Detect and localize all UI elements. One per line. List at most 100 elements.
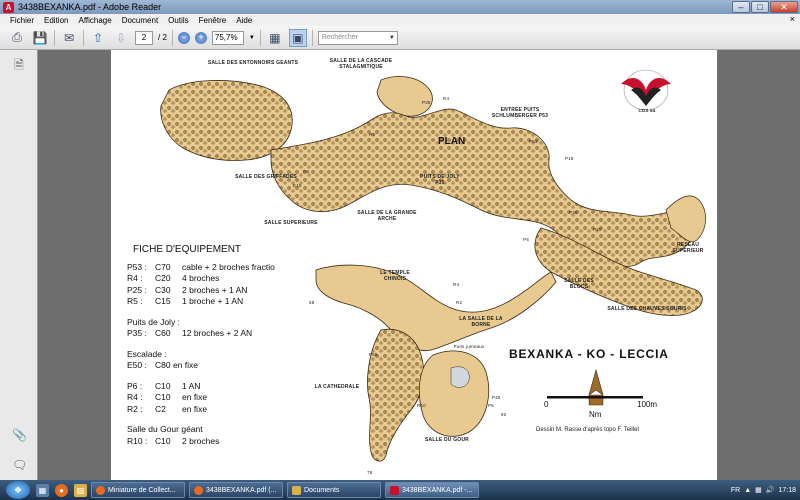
north-label: Nm (589, 410, 602, 419)
pdf-page: SALLE DES ENTONNOIRS GEANTS SALLE DE LA … (111, 50, 717, 480)
search-dropdown-icon[interactable]: ▼ (389, 32, 395, 44)
document-close-icon[interactable]: × (790, 14, 795, 24)
marker-p25: P25 (422, 100, 431, 105)
save-icon[interactable]: 💾 (31, 29, 49, 47)
menu-fichier[interactable]: Fichier (10, 16, 34, 25)
marker-r10: R10 (417, 403, 426, 408)
marker-p18: P18 (565, 156, 574, 161)
logo-text: CDS 64 (638, 108, 656, 113)
task-adobe-reader[interactable]: 3438BEXANKA.pdf -... (385, 482, 479, 498)
close-button[interactable]: ✕ (770, 1, 798, 13)
zoom-in-icon[interactable]: + (194, 31, 207, 44)
toolbar: ⎙ 💾 ✉ ⇧ ⇩ 2 / 2 − + 75,7% ▼ ▦ ▣ Recherch… (0, 26, 800, 50)
cave-upper-cascade (376, 76, 433, 117)
clock[interactable]: 17:18 (778, 487, 796, 494)
share-icon[interactable]: ✉ (60, 29, 78, 47)
toolbar-divider (83, 29, 84, 46)
system-tray: FR ▲ ▦ 🔊 17:18 (731, 480, 800, 500)
marker-p53: P53 (529, 139, 538, 144)
toolbar-divider (54, 29, 55, 46)
search-placeholder: Rechercher (321, 33, 359, 41)
joly-title: Puits de Joly : (127, 316, 180, 327)
explorer-icon[interactable]: ▨ (74, 483, 87, 497)
menu-affichage[interactable]: Affichage (78, 16, 111, 25)
task-documents[interactable]: Documents (287, 482, 381, 498)
page-number-input[interactable]: 2 (135, 30, 153, 45)
equipment-title: FICHE D'EQUIPEMENT (133, 244, 242, 255)
menu-edition[interactable]: Edition (44, 16, 68, 25)
escalade-title: Escalade : (127, 348, 167, 359)
marker-r4-lower: R4 (453, 282, 460, 287)
marker-92: 92 (501, 412, 507, 417)
equipment-row: R2 : C2 en fixe (127, 403, 208, 414)
scale-zero: 0 (544, 400, 549, 409)
start-button[interactable]: ❖ (6, 481, 30, 499)
document-area[interactable]: SALLE DES ENTONNOIRS GEANTS SALLE DE LA … (39, 50, 800, 480)
firefox-task-icon (194, 485, 203, 495)
fit-page-icon[interactable]: ▦ (266, 29, 284, 47)
scale-bar (547, 396, 643, 399)
equipment-row: R10 : C10 2 broches (127, 435, 220, 446)
comments-icon[interactable]: 🗨 (12, 458, 27, 472)
next-page-icon[interactable]: ⇩ (112, 29, 130, 47)
menu-bar: Fichier Edition Affichage Document Outil… (0, 14, 800, 26)
print-icon[interactable]: ⎙ (8, 29, 26, 47)
maximize-button[interactable]: □ (751, 1, 769, 13)
cave-lower-temple (315, 264, 557, 352)
label-salle-borne: LA SALLE DE LA BORNE (459, 316, 503, 328)
marker-r6: R6 (303, 169, 310, 174)
equipment-row: P25 : C30 2 broches + 1 AN (127, 284, 248, 295)
attachment-icon[interactable]: 📎 (12, 428, 27, 442)
fit-width-icon[interactable]: ▣ (288, 28, 307, 47)
toolbar-divider (171, 29, 173, 46)
task-pdf-1[interactable]: 3438BEXANKA.pdf (... (189, 482, 283, 498)
search-input[interactable]: Rechercher ▼ (317, 30, 398, 45)
pages-icon[interactable]: 🗎 (12, 58, 26, 72)
language-indicator[interactable]: FR (731, 487, 740, 494)
navigation-panel: 🗎 📎 🗨 (0, 50, 38, 480)
label-grande-arche: SALLE DE LA GRANDE ARCHE (357, 210, 417, 222)
label-salle-entonnoirs: SALLE DES ENTONNOIRS GEANTS (207, 60, 299, 66)
zoom-level-input[interactable]: 75,7% (211, 30, 244, 45)
label-cathedrale: LA CATHEDRALE (314, 384, 360, 390)
menu-outils[interactable]: Outils (168, 16, 188, 25)
plan-title: PLAN (438, 136, 466, 147)
marker-78: 78 (367, 470, 373, 475)
equipment-row: P35 : C60 12 broches + 2 AN (127, 328, 253, 338)
volume-icon[interactable]: 🔊 (766, 486, 775, 494)
cave-upper-gallery (270, 108, 696, 267)
label-puits-joly: PUITS DE JOLY P35 (420, 174, 460, 186)
window-title: 3438BEXANKA.pdf - Adobe Reader (18, 2, 162, 12)
menu-document[interactable]: Document (122, 16, 158, 25)
toolbar-divider (311, 29, 313, 46)
marker-r2: R2 (456, 300, 463, 305)
taskbar: ❖ ▦ ● ▨ Miniature de Collect... 3438BEXA… (0, 480, 800, 500)
label-salle-gour: SALLE DU GOUR (425, 437, 469, 443)
adobe-reader-task-icon (390, 485, 399, 495)
equipment-sheet: FICHE D'EQUIPEMENT P53 : C70 cable + 2 bro… (127, 244, 307, 447)
tray-expand-icon[interactable]: ▲ (744, 487, 751, 494)
page-total: / 2 (158, 33, 167, 42)
zoom-dropdown-icon[interactable]: ▼ (249, 35, 255, 41)
marker-p45: P45 (492, 395, 501, 400)
marker-p20: P20 (593, 227, 602, 232)
equipment-row: R4 : C20 4 broches (127, 273, 220, 283)
cave-upper-west (160, 80, 293, 161)
previous-page-icon[interactable]: ⇧ (89, 29, 107, 47)
firefox-task-icon (96, 485, 105, 495)
label-salle-cascade: SALLE DE LA CASCADE STALAGMITIQUE (329, 58, 393, 70)
network-icon[interactable]: ▦ (755, 486, 762, 494)
zoom-out-icon[interactable]: − (177, 31, 190, 44)
cave-lower-gour (418, 350, 490, 437)
firefox-icon[interactable]: ● (55, 483, 68, 497)
label-salle-superieure: SALLE SUPERIEURE (264, 220, 318, 226)
task-firefox[interactable]: Miniature de Collect... (91, 482, 185, 498)
marker-p55: P55 (369, 352, 378, 357)
window-controls: – □ ✕ (732, 1, 798, 13)
equipment-row: R5 : C15 1 broche + 1 AN (127, 296, 244, 306)
menu-aide[interactable]: Aide (236, 16, 252, 25)
menu-fenetre[interactable]: Fenêtre (199, 16, 227, 25)
folder-icon (292, 485, 301, 495)
minimize-button[interactable]: – (732, 1, 750, 13)
desktop-icon[interactable]: ▦ (36, 483, 49, 497)
